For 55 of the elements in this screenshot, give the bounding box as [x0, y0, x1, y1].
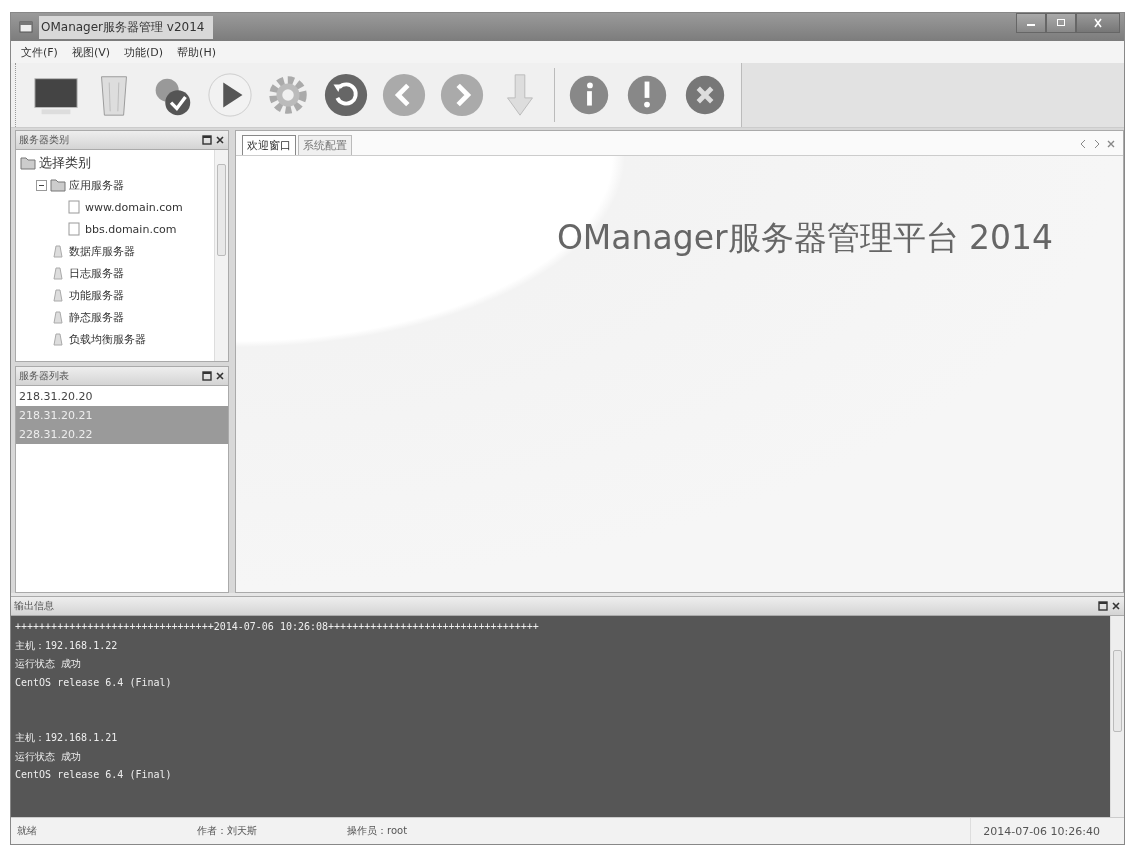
restore-icon[interactable]: [1098, 601, 1108, 611]
page-icon: [66, 200, 82, 214]
status-text: 就绪: [16, 824, 38, 838]
folder-icon: [20, 156, 36, 170]
tree-item[interactable]: 选择类别: [39, 154, 91, 172]
close-icon[interactable]: [215, 135, 225, 145]
log-line: 运行状态 成功: [15, 750, 82, 762]
maximize-icon: [1055, 18, 1067, 28]
window-icon: [19, 21, 33, 33]
close-icon[interactable]: [215, 371, 225, 381]
tree-item[interactable]: bbs.domain.com: [85, 222, 177, 236]
close-button[interactable]: [1076, 13, 1120, 33]
panel-title: 服务器类别: [19, 133, 69, 147]
folder-icon: [50, 178, 66, 192]
restore-icon[interactable]: [202, 135, 212, 145]
menu-item[interactable]: 视图(V): [71, 44, 111, 60]
tab[interactable]: 系统配置: [298, 135, 352, 155]
scrollbar[interactable]: [1110, 616, 1124, 817]
log-separator: +++++++++++++++++++++++++++++++++2014-07-06 10:26:08+++++++++++++++++++++++++++++++++++: [15, 621, 539, 632]
welcome-heading: OManager服务器管理平台 2014: [556, 217, 1053, 259]
tree-item[interactable]: 功能服务器: [69, 287, 124, 303]
operator-label: 操作员：root: [347, 824, 409, 838]
menu-item[interactable]: 帮助(H): [177, 44, 216, 60]
restore-icon[interactable]: [202, 371, 212, 381]
log-line: 运行状态 成功: [15, 658, 82, 669]
tree-item[interactable]: 日志服务器: [69, 265, 124, 281]
status-time: 2014-07-06 10:26:40: [970, 818, 1124, 844]
scroll-left-icon[interactable]: [1079, 139, 1087, 149]
play-icon[interactable]: [206, 71, 254, 119]
menu-item[interactable]: 功能(D): [124, 44, 164, 60]
log-line: CentOS release 6.4 (Final): [15, 676, 172, 688]
maximize-button[interactable]: [1046, 13, 1076, 33]
server-list-item[interactable]: 218.31.20.20: [16, 387, 228, 406]
tree-item[interactable]: 应用服务器: [69, 177, 124, 193]
log-line: 主机：192.168.1.21: [15, 732, 118, 743]
tree-item[interactable]: www.domain.com: [85, 200, 183, 214]
author-label: 作者：刘天斯: [197, 824, 258, 838]
close-icon[interactable]: [1111, 601, 1121, 611]
menu-item[interactable]: 文件(F): [21, 44, 58, 60]
tree-item[interactable]: 负载均衡服务器: [69, 331, 146, 347]
panel-title: 服务器列表: [19, 369, 69, 383]
minimize-button[interactable]: [1016, 13, 1046, 33]
tree-item[interactable]: 数据库服务器: [69, 243, 135, 259]
scrollbar[interactable]: [214, 150, 228, 361]
refresh-icon[interactable]: [322, 71, 370, 119]
tree-item[interactable]: 静态服务器: [69, 309, 124, 325]
close-icon: [1092, 18, 1104, 28]
scroll-right-icon[interactable]: [1093, 139, 1101, 149]
collapse-toggle[interactable]: [36, 179, 47, 191]
tab[interactable]: 欢迎窗口: [242, 135, 296, 155]
log-line: CentOS release 6.4 (Final): [15, 769, 172, 780]
log-line: 主机：192.168.1.22: [15, 639, 118, 651]
panel-title: 输出信息: [14, 599, 54, 613]
window-title: OManager服务器管理 v2014: [39, 15, 213, 39]
page-icon: [66, 222, 82, 236]
